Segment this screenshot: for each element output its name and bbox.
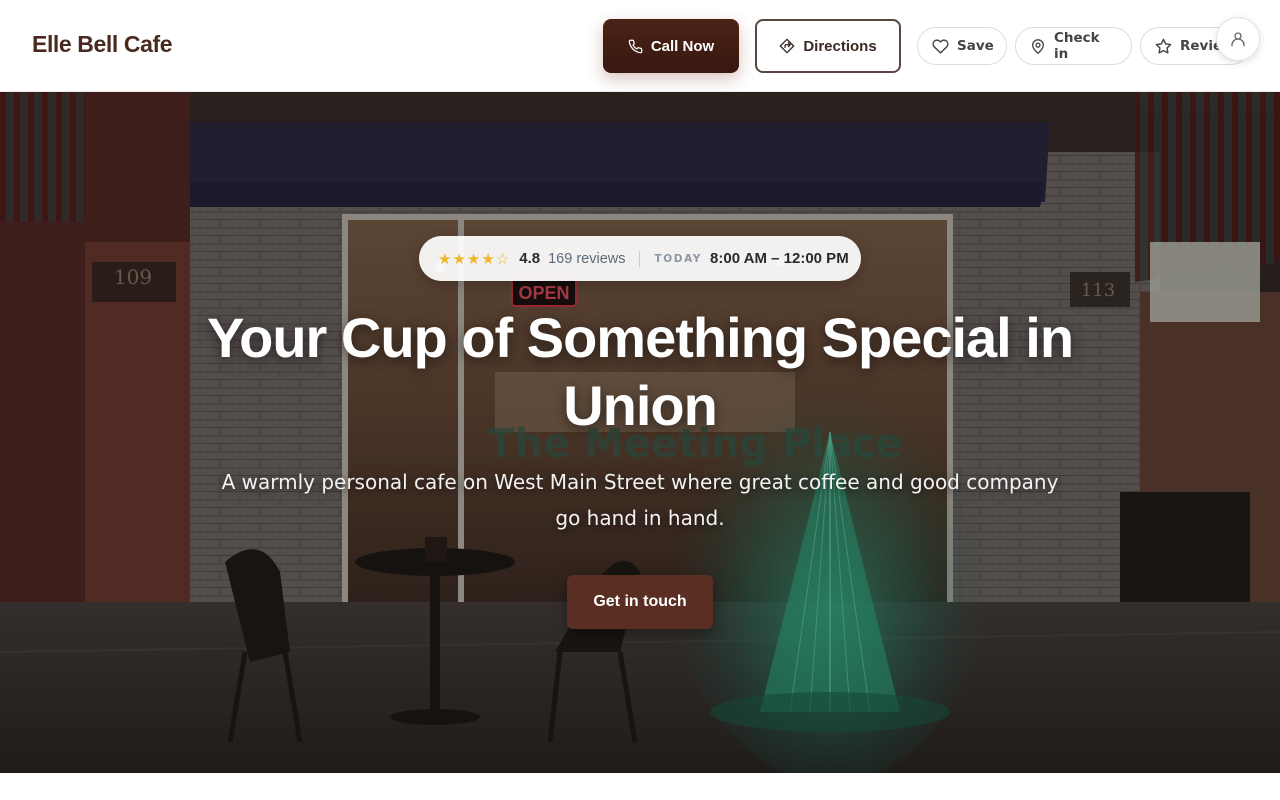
user-icon bbox=[1229, 30, 1247, 48]
top-nav-bar: Elle Bell Cafe Call Now Directions Save … bbox=[0, 0, 1280, 92]
call-now-button[interactable]: Call Now bbox=[603, 19, 739, 73]
hero-subtitle: A warmly personal cafe on West Main Stre… bbox=[221, 470, 1059, 530]
today-label: TODAY bbox=[654, 252, 703, 265]
hero-section: OPEN The Meeting Place 109 113 ★★★★☆ bbox=[0, 92, 1280, 773]
get-in-touch-button[interactable]: Get in touch bbox=[567, 575, 713, 629]
rating-value: 4.8 bbox=[519, 250, 541, 267]
heart-icon bbox=[932, 38, 949, 55]
directions-label: Directions bbox=[803, 37, 877, 55]
check-in-label: Check in bbox=[1054, 30, 1100, 62]
check-in-button[interactable]: Check in bbox=[1015, 27, 1132, 65]
pill-divider bbox=[639, 250, 641, 267]
star-outline-icon bbox=[1155, 38, 1172, 55]
account-avatar-button[interactable] bbox=[1216, 17, 1260, 61]
directions-icon bbox=[779, 38, 795, 54]
brand-name[interactable]: Elle Bell Cafe bbox=[32, 31, 173, 58]
rating-hours-pill: ★★★★☆ 4.8 169 reviews TODAY 8:00 AM – 12… bbox=[419, 236, 861, 281]
save-label: Save bbox=[957, 38, 994, 54]
save-button[interactable]: Save bbox=[917, 27, 1007, 65]
directions-button[interactable]: Directions bbox=[755, 19, 901, 73]
opening-hours: 8:00 AM – 12:00 PM bbox=[710, 250, 849, 267]
rating-stars: ★★★★☆ bbox=[438, 250, 511, 268]
location-pin-icon bbox=[1030, 38, 1046, 55]
phone-icon bbox=[628, 39, 643, 54]
call-now-label: Call Now bbox=[650, 37, 715, 55]
review-count[interactable]: 169 reviews bbox=[548, 251, 625, 267]
hero-title: Your Cup of Something Special in Union bbox=[206, 306, 1074, 437]
